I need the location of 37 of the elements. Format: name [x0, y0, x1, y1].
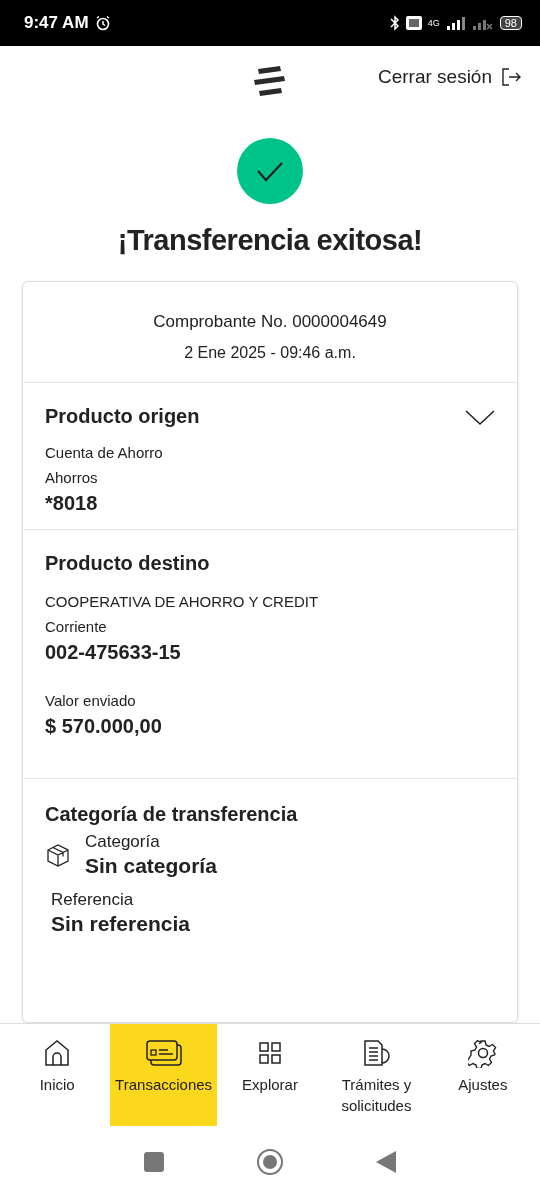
section-heading: Producto origen [45, 405, 200, 428]
logout-icon [500, 66, 522, 88]
battery-level: 98 [499, 16, 522, 30]
category-label: Categoría [85, 832, 161, 852]
reference-value: Sin referencia [51, 912, 191, 936]
package-icon [45, 842, 71, 868]
success-title: ¡Transferencia exitosa! [117, 224, 423, 257]
section-heading: Categoría de transferencia [45, 803, 299, 826]
category-value: Sin categoría [85, 854, 217, 878]
cards-icon [144, 1038, 183, 1068]
settings-icon [467, 1038, 498, 1068]
receipt-number: Comprobante No. 0000004649 [152, 312, 388, 332]
account-type: Cuenta de Ahorro [45, 444, 164, 461]
volte-icon [405, 16, 422, 30]
signal-icon [445, 16, 466, 30]
chevron-icon[interactable] [465, 407, 495, 426]
alarm-clock-icon [94, 15, 111, 31]
documents-icon [361, 1038, 392, 1068]
reference-label: Referencia [51, 890, 135, 910]
bank-name: COOPERATIVA DE AHORRO Y CREDIT [45, 593, 320, 610]
home-button[interactable] [256, 1148, 284, 1176]
back-button[interactable] [376, 1151, 396, 1173]
amount-value: $ 570.000,00 [45, 715, 163, 739]
amount-label: Valor enviado [45, 692, 137, 709]
network-type: 4G [427, 18, 440, 28]
receipt-date: 2 Ene 2025 - 09:46 a.m. [183, 344, 357, 362]
account-number: 002-475633-15 [45, 641, 182, 664]
clock-time: 9:47 AM [24, 13, 89, 33]
nav-tab[interactable]: Transacciones [110, 1024, 217, 1126]
logo-icon [252, 65, 288, 97]
bluetooth-icon [389, 15, 400, 31]
account-type: Corriente [45, 618, 108, 635]
section-heading: Producto destino [45, 552, 211, 575]
account-subtype: Ahorros [45, 469, 99, 486]
logout-button[interactable]: Cerrar sesión [377, 66, 522, 88]
account-number: *8018 [45, 492, 99, 515]
success-check-icon [237, 138, 303, 204]
